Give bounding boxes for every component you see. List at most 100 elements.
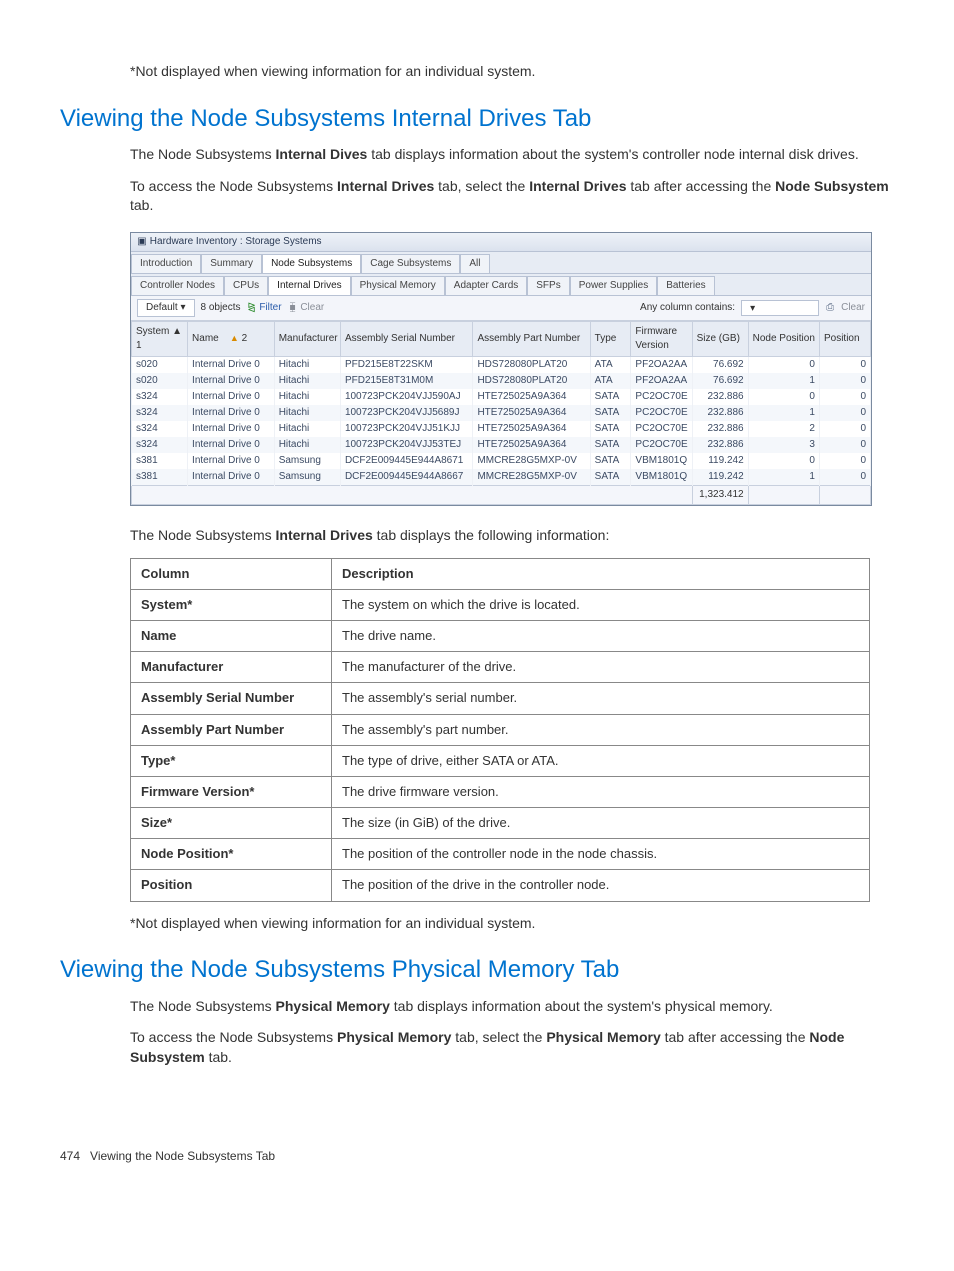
table-row[interactable]: s381Internal Drive 0SamsungDCF2E009445E9… [132,453,871,469]
footer-row: 1,323.412 [132,485,871,504]
filter-link[interactable]: ⧎ Filter [247,301,282,315]
text: tab, select the [451,1029,546,1045]
sub-tabstrip: Controller Nodes CPUs Internal Drives Ph… [131,274,871,296]
cell: HDS728080PLAT20 [473,373,590,389]
table-row[interactable]: s324Internal Drive 0Hitachi100723PCK204V… [132,405,871,421]
subtab-cpus[interactable]: CPUs [224,276,268,295]
cell: HTE725025A9A364 [473,389,590,405]
table-row[interactable]: s324Internal Drive 0Hitachi100723PCK204V… [132,389,871,405]
col-size[interactable]: Size (GB) [692,321,748,356]
subtab-controller-nodes[interactable]: Controller Nodes [131,276,224,295]
col-firmware[interactable]: Firmware Version [631,321,692,356]
cell: DCF2E009445E944A8671 [340,453,473,469]
cell: HDS728080PLAT20 [473,356,590,373]
page-footer: 474 Viewing the Node Subsystems Tab [60,1148,894,1165]
window-title-text: Hardware Inventory : Storage Systems [150,236,322,247]
default-button[interactable]: Default ▾ [137,299,195,317]
tab-summary[interactable]: Summary [201,254,262,273]
cell: SATA [590,437,631,453]
text: tab displays the following information: [373,527,610,543]
col-apn[interactable]: Assembly Part Number [473,321,590,356]
subtab-internal-drives[interactable]: Internal Drives [268,276,350,295]
tab-cage-subsystems[interactable]: Cage Subsystems [361,254,460,273]
para-physical-memory-2: To access the Node Subsystems Physical M… [130,1028,894,1067]
col-asn[interactable]: Assembly Serial Number [340,321,473,356]
cell: PF2OA2AA [631,356,692,373]
cell: PFD215E8T31M0M [340,373,473,389]
clear-filter-link[interactable]: ⧯ Clear [288,301,325,315]
tab-all[interactable]: All [460,254,489,273]
header-row: System ▲ 1 Name ▲ 2 Manufacturer Assembl… [132,321,871,356]
filter-label: Filter [259,302,281,313]
cell: PC2OC70E [631,421,692,437]
cell: DCF2E009445E944A8667 [340,469,473,486]
tab-introduction[interactable]: Introduction [131,254,201,273]
bold: Physical Memory [337,1029,451,1045]
cell: 0 [819,373,870,389]
cell: Internal Drive 0 [188,405,275,421]
table-row[interactable]: s020Internal Drive 0HitachiPFD215E8T31M0… [132,373,871,389]
cell: Internal Drive 0 [188,453,275,469]
any-column-input[interactable]: ▾ [741,300,819,316]
cell: ATA [590,356,631,373]
col-type[interactable]: Type [590,321,631,356]
subtab-adapter-cards[interactable]: Adapter Cards [445,276,527,295]
para-internal-drives-1: The Node Subsystems Internal Dives tab d… [130,145,894,165]
doc-col-desc: The size (in GiB) of the drive. [332,808,870,839]
cell: 76.692 [692,373,748,389]
cell: Samsung [274,453,340,469]
doc-col-desc: The manufacturer of the drive. [332,652,870,683]
sort-asc-icon: ▲ [172,326,182,337]
cell: HTE725025A9A364 [473,405,590,421]
col-name[interactable]: Name ▲ 2 [188,321,275,356]
doc-col-name: Position [131,870,332,901]
print-icon[interactable]: ⎙ [825,301,835,315]
tab-node-subsystems[interactable]: Node Subsystems [262,254,361,273]
text: tab, select the [434,178,529,194]
doc-col-desc: The assembly's serial number. [332,683,870,714]
table-row: Node Position*The position of the contro… [131,839,870,870]
text: tab displays information about the syste… [367,146,858,162]
table-row[interactable]: s324Internal Drive 0Hitachi100723PCK204V… [132,437,871,453]
clear-filter-icon: ⧯ [288,301,298,315]
table-row[interactable]: s381Internal Drive 0SamsungDCF2E009445E9… [132,469,871,486]
cell: Samsung [274,469,340,486]
subtab-physical-memory[interactable]: Physical Memory [351,276,445,295]
cell: 100723PCK204VJJ51KJJ [340,421,473,437]
col-node-position[interactable]: Node Position [748,321,819,356]
text: To access the Node Subsystems [130,1029,337,1045]
heading-physical-memory: Viewing the Node Subsystems Physical Mem… [60,953,894,987]
grid-toolbar: Default ▾ 8 objects ⧎ Filter ⧯ Clear Any… [131,296,871,321]
clear-right-link[interactable]: Clear [841,301,865,315]
window-icon: ▣ [137,235,147,249]
subtab-batteries[interactable]: Batteries [657,276,714,295]
para-physical-memory-1: The Node Subsystems Physical Memory tab … [130,997,894,1017]
cell: 100723PCK204VJJ590AJ [340,389,473,405]
table-row[interactable]: s020Internal Drive 0HitachiPFD215E8T22SK… [132,356,871,373]
text: tab after accessing the [661,1029,810,1045]
doc-col-name: Assembly Serial Number [131,683,332,714]
table-row: Size*The size (in GiB) of the drive. [131,808,870,839]
col-position[interactable]: Position [819,321,870,356]
cell: 232.886 [692,389,748,405]
cell: PF2OA2AA [631,373,692,389]
cell: 1 [748,469,819,486]
doc-col-desc: The position of the controller node in t… [332,839,870,870]
bold: Node Subsystem [775,178,889,194]
bold: Internal Drives [337,178,434,194]
text: tab displays information about the syste… [390,998,773,1014]
cell: 0 [819,437,870,453]
col-manufacturer[interactable]: Manufacturer [274,321,340,356]
cell: Internal Drive 0 [188,437,275,453]
table-row[interactable]: s324Internal Drive 0Hitachi100723PCK204V… [132,421,871,437]
cell: ATA [590,373,631,389]
doc-col-desc: The position of the drive in the control… [332,870,870,901]
subtab-sfps[interactable]: SFPs [527,276,569,295]
cell: 0 [819,356,870,373]
sort-index: 2 [242,333,248,344]
cell: 0 [819,405,870,421]
subtab-power-supplies[interactable]: Power Supplies [570,276,657,295]
cell: 232.886 [692,437,748,453]
cell: Internal Drive 0 [188,373,275,389]
col-system[interactable]: System ▲ 1 [132,321,188,356]
